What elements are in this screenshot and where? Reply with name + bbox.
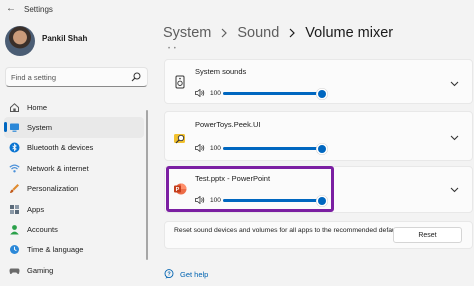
speaker-icon[interactable] — [195, 144, 205, 152]
volume-slider-thumb[interactable] — [318, 144, 326, 153]
sidebar-item-label: Bluetooth & devices — [27, 143, 94, 153]
breadcrumb-item-sound[interactable]: Sound — [237, 25, 279, 41]
sidebar-scrollbar[interactable] — [146, 110, 148, 260]
sidebar-item-label: Home — [27, 102, 48, 112]
volume-value: 100 — [210, 145, 221, 152]
sidebar-item-label: Apps — [27, 204, 45, 214]
search-box[interactable] — [5, 67, 148, 87]
chevron-right-icon — [221, 28, 228, 38]
sidebar-item-gaming[interactable]: Gaming — [4, 260, 144, 280]
svg-text:?: ? — [167, 271, 171, 277]
home-icon — [9, 102, 20, 113]
title-bar: ← Settings — [0, 0, 474, 20]
search-input[interactable] — [11, 71, 131, 84]
user-profile[interactable]: Pankil Shah — [5, 26, 155, 60]
window-title: Settings — [24, 5, 53, 14]
overflow-dots: • • — [168, 46, 177, 52]
page-title: Volume mixer — [305, 25, 394, 41]
sidebar-item-system[interactable]: System — [4, 117, 144, 138]
sidebar-item-label: Time & language — [27, 245, 84, 255]
speaker-icon[interactable] — [195, 89, 205, 97]
sidebar-item-label: System — [27, 123, 53, 133]
app-volume-card-system-sounds[interactable]: System sounds 100 — [164, 59, 473, 104]
volume-slider-fill — [223, 92, 322, 95]
help-chat-icon: ? — [164, 269, 174, 279]
get-help-link[interactable]: ? Get help — [164, 268, 208, 280]
sidebar-item-label: Gaming — [27, 265, 54, 275]
avatar — [5, 26, 35, 56]
sidebar-nav: Home System Bluetooth & devices Network … — [4, 97, 144, 281]
sidebar-item-home[interactable]: Home — [4, 97, 144, 117]
volume-slider[interactable] — [223, 144, 326, 153]
sidebar-item-label: Accounts — [27, 225, 58, 235]
get-help-label[interactable]: Get help — [180, 270, 208, 279]
reset-button[interactable]: Reset — [393, 227, 462, 243]
sidebar-item-network[interactable]: Network & internet — [4, 158, 144, 178]
bluetooth-icon — [9, 142, 20, 153]
globe-clock-icon — [9, 244, 20, 255]
volume-slider-thumb[interactable] — [318, 89, 326, 98]
user-name: Pankil Shah — [42, 34, 88, 43]
reset-card: Reset sound devices and volumes for all … — [164, 221, 473, 249]
chevron-right-icon — [289, 28, 296, 38]
chevron-down-icon[interactable] — [450, 187, 459, 193]
back-button[interactable]: ← — [6, 3, 16, 14]
volume-value: 100 — [210, 90, 221, 97]
search-icon[interactable] — [131, 72, 141, 82]
volume-slider-fill — [223, 147, 322, 150]
chevron-down-icon[interactable] — [450, 81, 459, 87]
sidebar-item-label: Network & internet — [27, 163, 89, 173]
chevron-down-icon[interactable] — [450, 135, 459, 141]
wifi-icon — [9, 163, 20, 174]
volume-slider[interactable] — [223, 89, 326, 98]
app-volume-card-powertoys-peek[interactable]: PowerToys.Peek.UI 100 — [164, 111, 473, 161]
reset-description: Reset sound devices and volumes for all … — [174, 227, 403, 234]
breadcrumb-item-system[interactable]: System — [163, 25, 211, 41]
peek-icon — [174, 134, 185, 144]
apps-grid-icon — [9, 204, 20, 215]
speaker-device-icon — [175, 75, 185, 89]
brush-icon — [9, 183, 20, 194]
monitor-icon — [9, 122, 20, 133]
sidebar-item-apps[interactable]: Apps — [4, 199, 144, 219]
sidebar-item-accounts[interactable]: Accounts — [4, 219, 144, 239]
app-name: System sounds — [195, 67, 247, 76]
sidebar-item-time-language[interactable]: Time & language — [4, 240, 144, 260]
sidebar-item-bluetooth[interactable]: Bluetooth & devices — [4, 138, 144, 158]
sidebar-item-personalization[interactable]: Personalization — [4, 179, 144, 199]
highlight-box — [166, 166, 334, 212]
breadcrumb: System Sound Volume mixer — [163, 25, 393, 41]
person-icon — [9, 224, 20, 235]
sidebar-item-label: Personalization — [27, 184, 79, 194]
app-name: PowerToys.Peek.UI — [195, 120, 261, 129]
gamepad-icon — [9, 265, 20, 276]
